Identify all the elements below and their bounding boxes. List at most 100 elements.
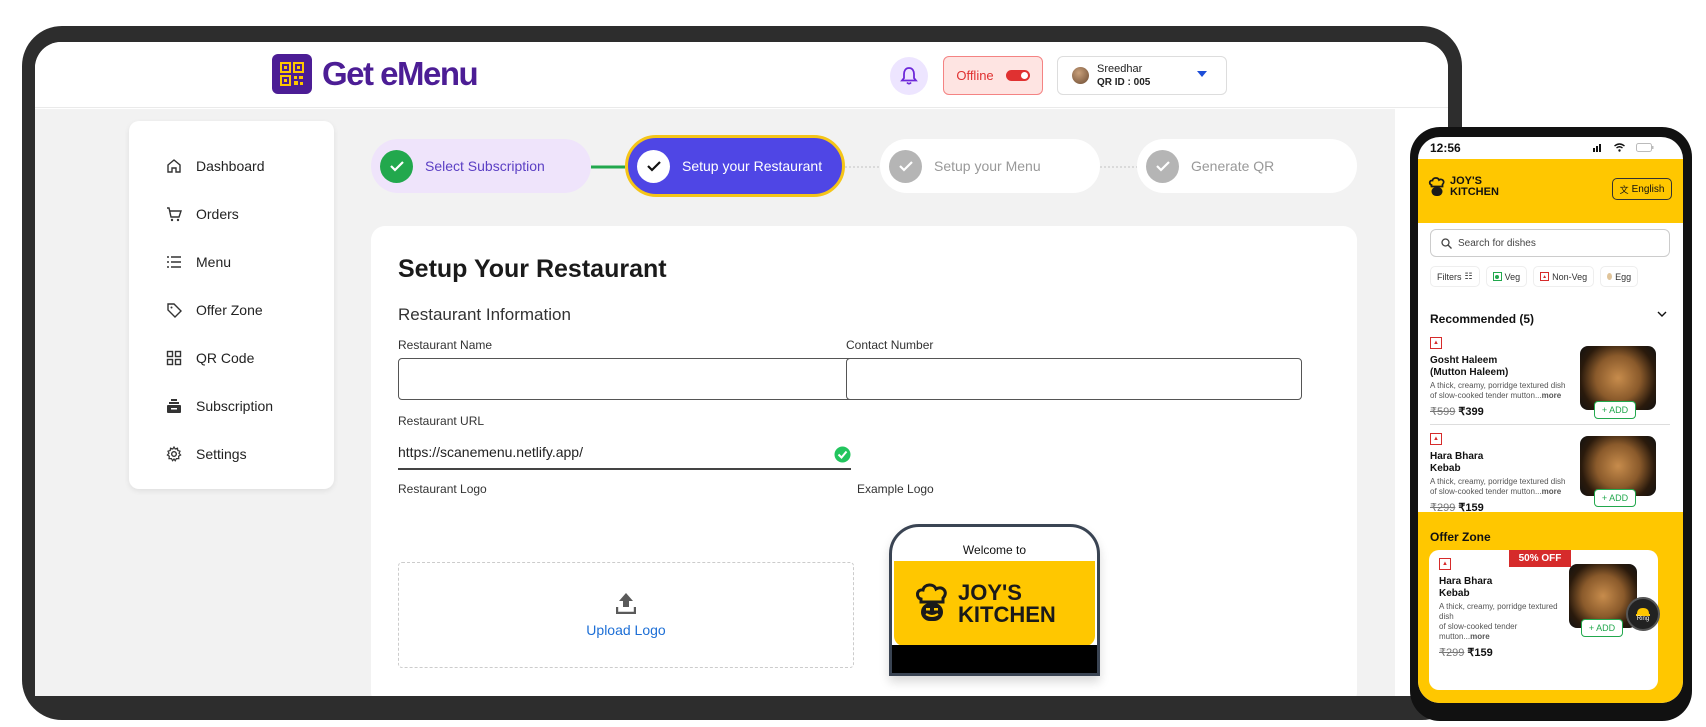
notification-button[interactable] xyxy=(890,57,928,95)
dish-image xyxy=(1580,436,1656,496)
sidebar-item-menu[interactable]: Menu xyxy=(129,238,334,286)
bell-icon xyxy=(1636,608,1650,616)
wifi-icon xyxy=(1614,143,1625,152)
chip-label: Non-Veg xyxy=(1552,271,1588,282)
dish-description: A thick, creamy, porridge textured dish xyxy=(1430,477,1566,486)
step-label: Setup your Menu xyxy=(934,158,1041,174)
dish-description: A thick, creamy, porridge textured dish xyxy=(1430,381,1566,390)
section-title: Restaurant Information xyxy=(398,305,571,324)
sidebar-item-orders[interactable]: Orders xyxy=(129,190,334,238)
example-logo-preview: Welcome to JOY'S KITCHEN xyxy=(889,524,1100,676)
restaurant-url-label: Restaurant URL xyxy=(398,414,485,428)
sidebar-item-label: Dashboard xyxy=(196,158,265,174)
phone-status-bar: 12:56 xyxy=(1418,137,1683,159)
chip-label: Veg xyxy=(1504,271,1521,282)
restaurant-name-input[interactable] xyxy=(398,358,854,400)
top-bar: Get eMenu Offline Sreedhar QR ID : 005 xyxy=(35,42,1448,108)
app-title: Get eMenu xyxy=(322,55,479,92)
offer-card[interactable]: 50% OFF ▲ Hara Bhara Kebab A thick, cream… xyxy=(1429,550,1658,690)
list-icon xyxy=(166,254,182,270)
upload-logo-button[interactable]: Upload Logo xyxy=(586,622,665,638)
chip-label: Filters xyxy=(1437,271,1462,282)
ring-bell-button[interactable]: Ring xyxy=(1626,597,1660,631)
step-select-subscription[interactable]: Select Subscription xyxy=(371,139,591,193)
more-link[interactable]: more xyxy=(1470,632,1490,641)
user-qr-id: QR ID : 005 xyxy=(1097,76,1151,88)
egg-icon xyxy=(1607,273,1613,280)
non-veg-icon: ▲ xyxy=(1430,433,1442,445)
old-price: ₹599 xyxy=(1430,406,1456,418)
sidebar-item-label: QR Code xyxy=(196,350,255,366)
example-welcome-text: Welcome to xyxy=(962,543,1027,557)
app-logo[interactable]: Get eMenu xyxy=(272,54,479,94)
sidebar-item-subscription[interactable]: Subscription xyxy=(129,382,334,430)
upload-icon xyxy=(616,593,636,614)
step-generate-qr[interactable]: Generate QR xyxy=(1137,139,1357,193)
cart-icon xyxy=(166,206,182,222)
price: ₹159 xyxy=(1467,647,1493,659)
status-time: 12:56 xyxy=(1430,141,1461,155)
language-button[interactable]: 文 English xyxy=(1612,178,1672,200)
step-connector xyxy=(1100,166,1137,168)
step-label: Generate QR xyxy=(1191,158,1275,174)
contact-number-input[interactable] xyxy=(846,358,1302,400)
egg-chip[interactable]: Egg xyxy=(1600,266,1639,287)
subscription-icon xyxy=(166,398,182,414)
user-menu[interactable]: Sreedhar QR ID : 005 xyxy=(1057,56,1227,95)
dish-search-input[interactable]: Search for dishes xyxy=(1430,229,1670,257)
page-title: Setup Your Restaurant xyxy=(398,255,667,283)
filters-chip[interactable]: Filters ☷ xyxy=(1430,266,1480,287)
veg-chip[interactable]: Veg xyxy=(1485,266,1528,287)
setup-form-card: Setup Your Restaurant Restaurant Informa… xyxy=(371,226,1357,696)
battery-icon xyxy=(1636,143,1654,152)
main-content: Dashboard Orders Menu Offer Zone QR Code… xyxy=(35,109,1395,696)
more-link[interactable]: more xyxy=(1542,487,1562,496)
dish-card[interactable]: ▲ Gosht Haleem (Mutton Haleem) A thick, c… xyxy=(1430,337,1675,419)
sidebar-item-settings[interactable]: Settings xyxy=(129,430,334,478)
user-name: Sreedhar xyxy=(1097,62,1143,75)
toggle-switch[interactable] xyxy=(1005,70,1030,81)
gear-icon xyxy=(166,446,182,462)
recommended-heading: Recommended (5) xyxy=(1430,312,1535,326)
check-circle-icon xyxy=(834,446,851,463)
online-status-toggle[interactable]: Offline xyxy=(943,56,1043,95)
sidebar-item-label: Orders xyxy=(196,206,239,222)
upload-logo-dropzone[interactable]: Upload Logo xyxy=(398,562,854,668)
restaurant-url-value: https://scanemenu.netlify.app/ xyxy=(398,444,583,460)
phone-header: JOY'S KITCHEN 文 English xyxy=(1418,159,1683,223)
sliders-icon: ☷ xyxy=(1464,271,1473,281)
check-icon xyxy=(1146,149,1179,183)
restaurant-name-label: Restaurant Name xyxy=(398,338,493,352)
home-icon xyxy=(166,158,182,174)
non-veg-icon: ▲ xyxy=(1439,558,1451,570)
dish-card[interactable]: ▲ Hara Bhara Kebab A thick, creamy, porri… xyxy=(1430,433,1675,514)
chevron-down-icon[interactable] xyxy=(1657,310,1667,318)
offer-zone-heading: Offer Zone xyxy=(1430,530,1491,544)
add-button[interactable]: + ADD xyxy=(1581,619,1623,637)
search-icon xyxy=(1441,237,1452,249)
translate-icon: 文 xyxy=(1619,184,1629,195)
sidebar: Dashboard Orders Menu Offer Zone QR Code… xyxy=(129,121,334,489)
sidebar-item-dashboard[interactable]: Dashboard xyxy=(129,142,334,190)
sidebar-item-offer-zone[interactable]: Offer Zone xyxy=(129,286,334,334)
add-button[interactable]: + ADD xyxy=(1594,401,1636,419)
non-veg-icon: ▲ xyxy=(1540,272,1550,281)
check-icon xyxy=(380,149,413,183)
restaurant-logo-label: Restaurant Logo xyxy=(398,482,487,496)
example-brand-line2: KITCHEN xyxy=(958,601,1056,627)
step-connector xyxy=(591,165,625,169)
sidebar-item-qr-code[interactable]: QR Code xyxy=(129,334,334,382)
signal-icon xyxy=(1593,144,1601,152)
non-veg-chip[interactable]: ▲ Non-Veg xyxy=(1533,266,1595,287)
more-link[interactable]: more xyxy=(1542,391,1562,400)
restaurant-url-field[interactable]: https://scanemenu.netlify.app/ xyxy=(398,444,851,470)
avatar xyxy=(1072,67,1089,84)
app-screen: Get eMenu Offline Sreedhar QR ID : 005 D… xyxy=(35,42,1448,696)
language-label: English xyxy=(1631,183,1665,195)
add-button[interactable]: + ADD xyxy=(1594,489,1636,507)
step-setup-menu[interactable]: Setup your Menu xyxy=(880,139,1100,193)
brand-line2: KITCHEN xyxy=(1450,186,1499,198)
sidebar-item-label: Subscription xyxy=(196,398,274,414)
chef-icon xyxy=(1428,176,1445,196)
step-setup-restaurant[interactable]: Setup your Restaurant xyxy=(625,135,845,197)
